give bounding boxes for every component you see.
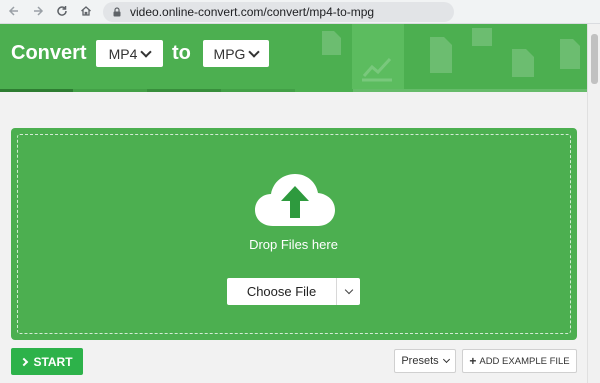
presets-button[interactable]: Presets — [394, 349, 456, 373]
chevron-right-icon — [20, 357, 29, 366]
file-icon — [430, 37, 452, 73]
start-label: START — [33, 354, 73, 369]
lock-icon — [113, 7, 121, 17]
address-bar[interactable]: video.online-convert.com/convert/mp4-to-… — [103, 2, 454, 22]
target-format-select[interactable]: MPG — [203, 40, 269, 67]
add-example-file-label: ADD EXAMPLE FILE — [479, 355, 570, 367]
file-drop-zone[interactable] — [11, 128, 577, 340]
choose-file-button[interactable]: Choose File — [227, 278, 337, 305]
choose-file-dropdown[interactable] — [337, 278, 360, 305]
to-label: to — [172, 42, 191, 64]
reload-icon[interactable] — [54, 3, 70, 19]
url-text: video.online-convert.com/convert/mp4-to-… — [130, 5, 375, 19]
source-format-value: MP4 — [108, 45, 138, 62]
drop-files-text: Drop Files here — [249, 237, 338, 252]
source-format-select[interactable]: MP4 — [96, 40, 163, 67]
back-icon[interactable] — [6, 3, 22, 19]
chevron-down-icon — [442, 355, 450, 364]
page-scrollbar[interactable] — [587, 24, 600, 383]
plus-icon: + — [469, 354, 477, 368]
chevron-down-icon — [344, 285, 353, 295]
cloud-upload-icon — [255, 174, 335, 226]
file-icon — [472, 28, 492, 46]
convert-title: Convert — [11, 42, 87, 64]
scrollbar-thumb[interactable] — [591, 34, 598, 84]
forward-icon[interactable] — [30, 3, 46, 19]
add-example-file-button[interactable]: + ADD EXAMPLE FILE — [462, 349, 577, 373]
converter-header: Convert MP4 to MPG — [0, 24, 587, 92]
home-icon[interactable] — [78, 3, 94, 19]
start-button[interactable]: START — [11, 348, 83, 375]
chevron-down-icon — [140, 46, 153, 58]
target-format-value: MPG — [213, 45, 246, 62]
presets-label: Presets — [401, 355, 439, 367]
chart-icon — [362, 57, 392, 82]
file-icon — [560, 39, 580, 69]
browser-toolbar: video.online-convert.com/convert/mp4-to-… — [0, 0, 600, 24]
file-icon — [512, 49, 534, 77]
file-icon — [322, 31, 341, 55]
chevron-down-icon — [248, 46, 261, 58]
choose-file-button-group: Choose File — [227, 278, 360, 305]
